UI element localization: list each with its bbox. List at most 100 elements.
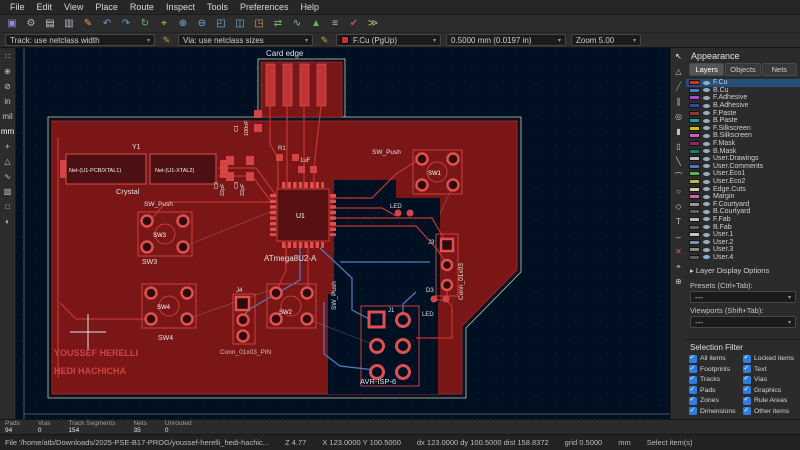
visibility-eye-icon[interactable] <box>703 142 710 146</box>
layer-color-swatch[interactable] <box>689 149 700 154</box>
filter-dimensions[interactable] <box>689 407 697 415</box>
plot-icon[interactable]: ✎ <box>79 16 97 32</box>
route-track-icon[interactable]: ╱ <box>672 80 686 93</box>
layer-color-swatch[interactable] <box>689 240 700 245</box>
layer-row[interactable]: User.Comments <box>686 163 800 171</box>
menu-file[interactable]: File <box>4 0 31 14</box>
menu-preferences[interactable]: Preferences <box>234 0 295 14</box>
layer-color-swatch[interactable] <box>689 255 700 260</box>
dim-inactive-layers-icon[interactable]: ◐ <box>1 215 15 228</box>
layer-row[interactable]: F.Silkscreen <box>686 125 800 133</box>
filter-rule-areas[interactable] <box>743 397 751 405</box>
layer-row[interactable]: Edge.Cuts <box>686 185 800 193</box>
layer-color-swatch[interactable] <box>689 80 700 85</box>
menu-help[interactable]: Help <box>295 0 326 14</box>
tab-nets[interactable]: Nets <box>762 63 797 76</box>
3d-viewer-icon[interactable]: ▲ <box>307 16 325 32</box>
ratsnest-toggle-icon[interactable]: △ <box>1 155 15 168</box>
visibility-eye-icon[interactable] <box>703 225 710 229</box>
visibility-eye-icon[interactable] <box>703 157 710 161</box>
grid-size-dropdown[interactable]: 0.5000 mm (0.0197 in) ▾ <box>446 34 566 46</box>
tab-layers[interactable]: Layers <box>689 63 724 76</box>
presets-dropdown[interactable]: --- ▾ <box>690 291 796 303</box>
undo-icon[interactable]: ↶ <box>98 16 116 32</box>
zoom-selection-icon[interactable]: ◫ <box>231 16 249 32</box>
filter-locked-items[interactable] <box>743 355 751 363</box>
layer-color-swatch[interactable] <box>689 141 700 146</box>
visibility-eye-icon[interactable] <box>703 248 710 252</box>
zoom-in-icon[interactable]: ⊕ <box>174 16 192 32</box>
layer-color-swatch[interactable] <box>689 103 700 108</box>
board-setup-icon[interactable]: ⚙ <box>22 16 40 32</box>
visibility-eye-icon[interactable] <box>703 134 710 138</box>
set-origin-icon[interactable]: ⊕ <box>672 275 686 288</box>
layer-color-swatch[interactable] <box>689 217 700 222</box>
layer-row[interactable]: User.2 <box>686 238 800 246</box>
local-ratsnest-icon[interactable]: △ <box>672 65 686 78</box>
menu-edit[interactable]: Edit <box>31 0 59 14</box>
add-polygon-icon[interactable]: ◇ <box>672 200 686 213</box>
zone-fill-display-icon[interactable]: ▧ <box>1 185 15 198</box>
units-mm-icon[interactable]: mm <box>1 125 15 138</box>
units-inches-icon[interactable]: in <box>1 95 15 108</box>
visibility-eye-icon[interactable] <box>703 111 710 115</box>
find-icon[interactable]: ⌖ <box>155 16 173 32</box>
visibility-eye-icon[interactable] <box>703 202 710 206</box>
layer-color-swatch[interactable] <box>689 209 700 214</box>
net-inspector-icon[interactable]: ≡ <box>326 16 344 32</box>
grid-origin-icon[interactable]: ⊕ <box>1 65 15 78</box>
visibility-eye-icon[interactable] <box>703 210 710 214</box>
visibility-eye-icon[interactable] <box>703 217 710 221</box>
visibility-eye-icon[interactable] <box>703 119 710 123</box>
visibility-eye-icon[interactable] <box>703 104 710 108</box>
footprint-editor-icon[interactable]: ◳ <box>250 16 268 32</box>
grid-toggle-icon[interactable]: ∷ <box>1 50 15 63</box>
layer-color-swatch[interactable] <box>689 194 700 199</box>
visibility-eye-icon[interactable] <box>703 255 710 259</box>
add-line-icon[interactable]: ╲ <box>672 155 686 168</box>
layer-color-swatch[interactable] <box>689 126 700 131</box>
layer-row[interactable]: User.Drawings <box>686 155 800 163</box>
measure-tool-icon[interactable]: ⌖ <box>672 260 686 273</box>
refresh-icon[interactable]: ↻ <box>136 16 154 32</box>
redo-icon[interactable]: ↷ <box>117 16 135 32</box>
layer-row[interactable]: F.Adhesive <box>686 94 800 102</box>
via-size-dropdown[interactable]: Via: use netclass sizes ▾ <box>178 34 313 46</box>
update-pcb-icon[interactable]: ⇄ <box>269 16 287 32</box>
tab-objects[interactable]: Objects <box>725 63 760 76</box>
menu-view[interactable]: View <box>58 0 89 14</box>
visibility-eye-icon[interactable] <box>703 164 710 168</box>
layer-color-swatch[interactable] <box>689 95 700 100</box>
layer-color-swatch[interactable] <box>689 156 700 161</box>
route-diff-pair-icon[interactable]: ∥ <box>672 95 686 108</box>
visibility-eye-icon[interactable] <box>703 233 710 237</box>
layer-color-swatch[interactable] <box>689 88 700 93</box>
visibility-eye-icon[interactable] <box>703 240 710 244</box>
layer-row[interactable]: F.Cu <box>686 79 800 87</box>
scripting-console-icon[interactable]: ≫ <box>364 16 382 32</box>
page-settings-icon[interactable]: ▤ <box>41 16 59 32</box>
zoom-dropdown[interactable]: Zoom 5.00 ▾ <box>571 34 641 46</box>
visibility-eye-icon[interactable] <box>703 172 710 176</box>
filter-pads[interactable] <box>689 386 697 394</box>
add-zone-icon[interactable]: ▮ <box>672 125 686 138</box>
layer-color-swatch[interactable] <box>689 187 700 192</box>
visibility-eye-icon[interactable] <box>703 180 710 184</box>
layer-row[interactable]: B.Fab <box>686 223 800 231</box>
visibility-eye-icon[interactable] <box>703 126 710 130</box>
layer-color-swatch[interactable] <box>689 164 700 169</box>
layer-row[interactable]: F.Fab <box>686 216 800 224</box>
menu-route[interactable]: Route <box>124 0 160 14</box>
visibility-eye-icon[interactable] <box>703 187 710 191</box>
layer-display-options-expander[interactable]: ▸ Layer Display Options <box>686 261 800 278</box>
menu-place[interactable]: Place <box>89 0 124 14</box>
layer-row[interactable]: User.1 <box>686 231 800 239</box>
viewports-dropdown[interactable]: --- ▾ <box>690 316 796 328</box>
filter-vias[interactable] <box>743 376 751 384</box>
track-width-dropdown[interactable]: Track: use netclass width ▾ <box>5 34 155 46</box>
layer-color-swatch[interactable] <box>689 179 700 184</box>
layer-color-swatch[interactable] <box>689 202 700 207</box>
visibility-eye-icon[interactable] <box>703 195 710 199</box>
visibility-eye-icon[interactable] <box>703 96 710 100</box>
layer-row[interactable]: User.4 <box>686 254 800 262</box>
